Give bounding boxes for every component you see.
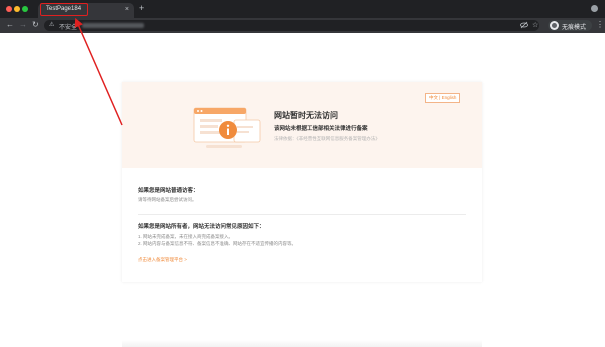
visitor-section-title: 如果您是网站普通访客：	[138, 188, 199, 194]
window-control-icon[interactable]	[591, 5, 598, 12]
legal-basis-text: 法律依据：《非经营性互联网信息服务备案管理办法》	[274, 136, 380, 141]
browser-tabstrip: TestPage184 × +	[0, 0, 605, 18]
reload-icon[interactable]: ↻	[32, 19, 39, 31]
tab-annotation-box	[40, 3, 88, 16]
not-secure-label[interactable]: 不安全	[59, 22, 77, 31]
incognito-profile-button[interactable]: 无痕模式	[548, 20, 592, 31]
close-icon[interactable]: ×	[125, 5, 129, 14]
star-icon[interactable]: ☆	[532, 21, 538, 30]
minimize-window-button[interactable]	[14, 6, 20, 12]
notice-banner: 中文 | English 网站暂时无法访问 该网站未根据工信部相关法律进行备案 …	[122, 82, 482, 168]
forward-arrow-icon[interactable]: →	[19, 19, 27, 31]
back-arrow-icon[interactable]: ←	[6, 19, 14, 31]
plus-icon[interactable]: +	[139, 3, 144, 14]
maximize-window-button[interactable]	[22, 6, 28, 12]
owner-reason-1: 1. 网站未完成备案，未在接入商完成备案接入。	[138, 234, 234, 239]
profile-label: 无痕模式	[562, 25, 587, 31]
notice-title: 网站暂时无法访问	[274, 111, 338, 120]
visitor-section-text: 请等待网站备案后尝试访问。	[138, 197, 197, 202]
language-switch[interactable]: 中文 | English	[425, 93, 461, 103]
owner-section-title: 如果您是网站所有者，网站无法访问常见原因如下：	[138, 224, 265, 230]
record-platform-link[interactable]: 点击进入备案管理平台 >	[138, 257, 187, 263]
notice-subtitle: 该网站未根据工信部相关法律进行备案	[274, 126, 368, 132]
warning-icon[interactable]: ⚠	[49, 21, 54, 30]
browser-warning-illustration	[193, 107, 261, 148]
page-bottom-edge	[122, 340, 482, 347]
section-divider	[138, 214, 466, 215]
browser-toolbar: ← → ↻ ⚠ 不安全 ☆ 无痕模式 ⋮	[0, 18, 605, 33]
menu-icon[interactable]: ⋮	[596, 20, 604, 30]
address-bar[interactable]: ⚠ 不安全	[44, 20, 539, 31]
avatar-icon	[550, 21, 559, 30]
eye-slash-icon[interactable]	[520, 21, 528, 32]
url-text	[82, 23, 144, 28]
owner-reason-2: 2. 网站内容与备案信息不符、备案信息不准确、网站存在不适宜传播的内容等。	[138, 241, 297, 246]
notice-card: 中文 | English 网站暂时无法访问 该网站未根据工信部相关法律进行备案 …	[122, 82, 482, 282]
close-window-button[interactable]	[6, 6, 12, 12]
